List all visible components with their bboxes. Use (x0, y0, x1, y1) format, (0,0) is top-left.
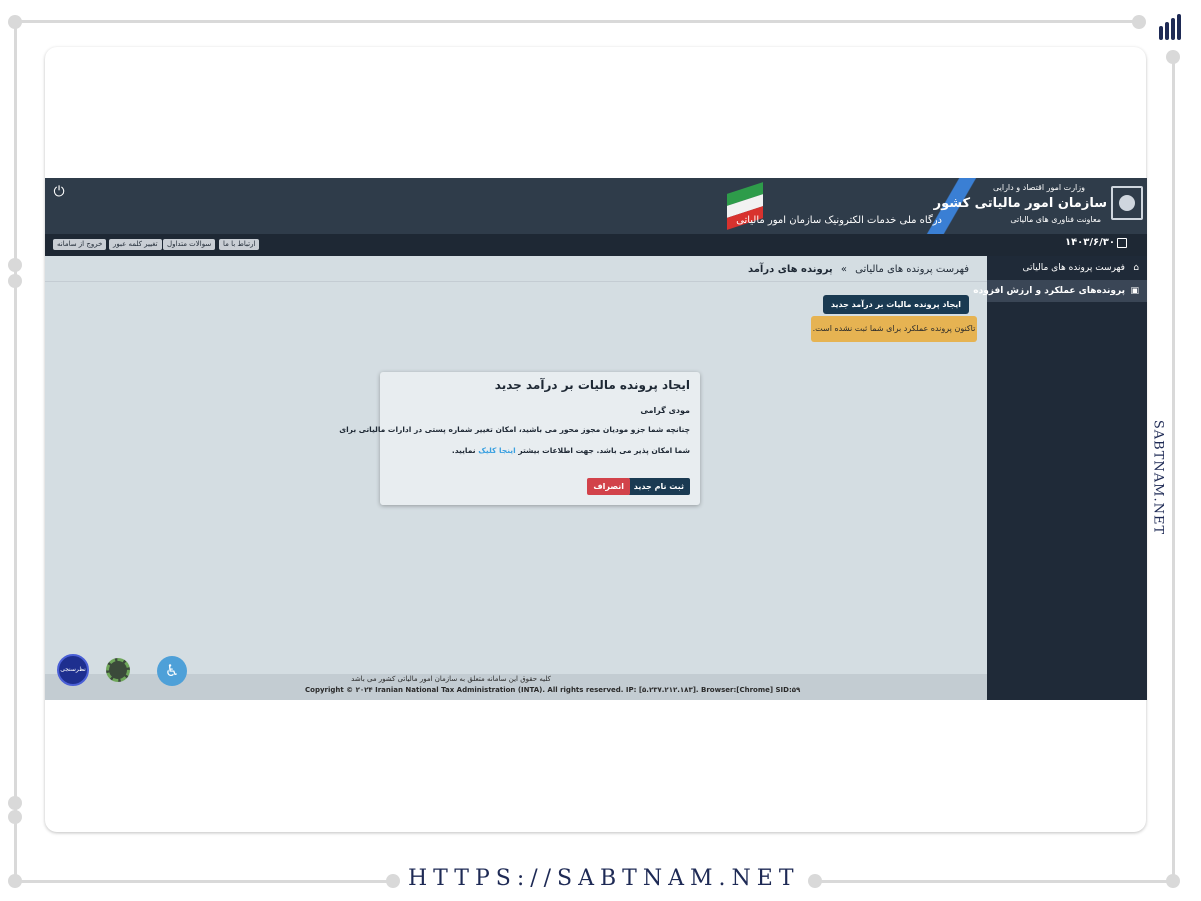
frame-right-line (1172, 56, 1175, 882)
current-date: ۱۴۰۳/۶/۳۰ (1064, 237, 1115, 248)
new-registration-button[interactable]: ثبت نام جدید (627, 478, 690, 495)
side-watermark: SABTNAM.NET (1150, 419, 1166, 536)
portal-name: درگاه ملی خدمات الکترونیک سازمان امور ما… (736, 215, 942, 226)
cancel-button[interactable]: انصراف (587, 478, 630, 495)
frame-bottom-line-right (815, 880, 1175, 883)
home-icon: ⌂ (1133, 263, 1139, 273)
deputy-label: معاونت فناوری های مالیاتی (1010, 215, 1101, 224)
breadcrumb-parent[interactable]: فهرست پرونده های مالیاتی (855, 264, 969, 275)
org-logo-icon (1111, 186, 1143, 220)
frame-dot (8, 810, 22, 824)
frame-dot (1132, 15, 1146, 29)
exit-button[interactable]: خروج از سامانه (53, 239, 107, 250)
org-title: سازمان امور مالیاتی کشور (933, 196, 1107, 211)
modal-message-line2: شما امکان پذیر می باشد. جهت اطلاعات بیشت… (452, 446, 690, 455)
frame-dot (808, 874, 822, 888)
calendar-icon (1117, 238, 1127, 248)
breadcrumb-current: پرونده های درآمد (747, 264, 833, 275)
no-file-alert: تاکنون پرونده عملکرد برای شما ثبت نشده ا… (811, 316, 977, 342)
frame-bottom-line-left (14, 880, 392, 883)
modal-message-prefix: شما امکان پذیر می باشد. جهت اطلاعات بیشت… (518, 446, 690, 455)
frame-top-line (14, 20, 1140, 23)
sidebar-item-label: فهرست پرونده های مالیاتی (1022, 263, 1125, 273)
footer-copyright: Copyright © ۲۰۲۴ Iranian National Tax Ad… (305, 686, 801, 694)
frame-dot (8, 274, 22, 288)
sidebar: ⌂ فهرست پرونده های مالیاتی ▣ پرونده‌های … (973, 256, 1147, 700)
breadcrumb: فهرست پرونده های مالیاتی » پرونده های در… (748, 264, 969, 275)
modal-message-suffix: نمایید. (451, 446, 476, 455)
toolbar: خروج از سامانه تغییر کلمه عبور سوالات مت… (45, 234, 1147, 256)
content-divider (45, 281, 987, 282)
header: ⏻ درگاه ملی خدمات الکترونیک سازمان امور … (45, 178, 1147, 234)
frame-dot (8, 796, 22, 810)
frame-dot (1166, 50, 1180, 64)
modal-title: ایجاد پرونده مالیات بر درآمد جدید (494, 378, 690, 392)
contact-button[interactable]: ارتباط با ما (219, 239, 260, 250)
change-password-button[interactable]: تغییر کلمه عبور (109, 239, 162, 250)
folder-icon: ▣ (1130, 286, 1139, 296)
create-file-modal: ایجاد پرونده مالیات بر درآمد جدید مودی گ… (339, 372, 700, 505)
sidebar-item-label: پرونده‌های عملکرد و ارزش افزوده (973, 286, 1125, 296)
faq-button[interactable]: سوالات متداول (163, 239, 216, 250)
sidebar-item-performance-files[interactable]: ▣ پرونده‌های عملکرد و ارزش افزوده (973, 280, 1147, 302)
breadcrumb-separator: » (840, 264, 847, 275)
frame-dot (386, 874, 400, 888)
frame-dot (1166, 874, 1180, 888)
frame-left-line (14, 20, 17, 882)
frame-dot (8, 15, 22, 29)
bottom-watermark-url: HTTPS://SABTNAM.NET (408, 866, 800, 891)
modal-message-line1: چنانچه شما جزو مودیان مجوز محور می باشید… (339, 425, 690, 434)
create-income-file-button[interactable]: ایجاد پرونده مالیات بر درآمد جدید (822, 295, 969, 314)
samandehi-badge-icon[interactable] (106, 658, 130, 682)
brand-logo-icon (1157, 14, 1183, 40)
frame-dot (8, 258, 22, 272)
accessibility-icon[interactable]: ♿ (157, 656, 187, 686)
sidebar-item-tax-files[interactable]: ⌂ فهرست پرونده های مالیاتی (987, 257, 1147, 279)
modal-greeting: مودی گرامی (640, 406, 690, 415)
modal-more-info-link[interactable]: اینجا کلیک (478, 446, 515, 455)
survey-badge[interactable]: نظرسنجی (57, 654, 89, 686)
power-icon[interactable]: ⏻ (51, 184, 67, 200)
tax-portal-app: ⏻ درگاه ملی خدمات الکترونیک سازمان امور … (45, 178, 1147, 700)
ministry-label: وزارت امور اقتصاد و دارایی (992, 183, 1085, 192)
frame-dot (8, 874, 22, 888)
